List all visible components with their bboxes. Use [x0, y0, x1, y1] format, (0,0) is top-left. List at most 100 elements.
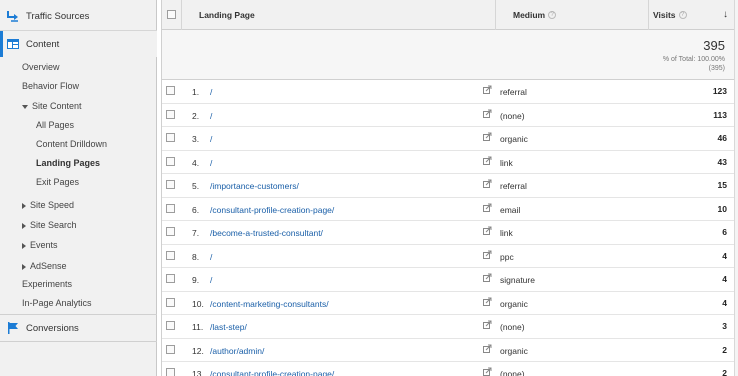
table-row: 3. / organic 46	[162, 127, 738, 151]
medium-value: (none)	[500, 322, 525, 332]
visits-value: 4	[722, 274, 727, 284]
sidebar-item-events[interactable]: Events	[22, 240, 58, 250]
external-link-icon[interactable]	[483, 250, 492, 259]
table-row: 12. /author/admin/organic 2	[162, 338, 738, 362]
visits-value: 43	[717, 156, 727, 167]
sidebar-item-exit-pages[interactable]: Exit Pages	[36, 177, 79, 187]
medium-value: organic	[500, 345, 528, 356]
row-checkbox[interactable]	[166, 133, 175, 142]
totals-row: 395 % of Total: 100.00% (395)	[162, 30, 738, 80]
row-checkbox[interactable]	[166, 227, 175, 236]
sidebar-item-content-drilldown[interactable]: Content Drilldown	[36, 139, 107, 149]
landing-page-link[interactable]: /	[210, 87, 212, 97]
select-all-checkbox[interactable]	[167, 10, 176, 19]
medium-value: link	[500, 157, 513, 168]
row-checkbox[interactable]	[166, 274, 175, 283]
external-link-icon[interactable]	[483, 156, 492, 165]
sidebar-item-experiments[interactable]: Experiments	[22, 279, 72, 289]
table-row: 5. /importance-customers/referral 15	[162, 174, 738, 198]
chevron-right-icon	[22, 263, 26, 270]
external-link-icon[interactable]	[483, 367, 492, 376]
row-checkbox[interactable]	[166, 156, 175, 166]
column-header-landing-page[interactable]: Landing Page	[199, 0, 255, 30]
sidebar-label-site-speed: Site Speed	[30, 200, 75, 210]
row-checkbox[interactable]	[166, 203, 175, 213]
row-number: 7.	[192, 228, 200, 238]
landing-page-link[interactable]: /content-marketing-consultants/	[210, 299, 329, 309]
row-checkbox[interactable]	[166, 344, 175, 354]
sidebar-item-adsense[interactable]: AdSense	[22, 261, 67, 271]
sidebar-item-site-search[interactable]: Site Search	[22, 220, 77, 230]
chevron-right-icon	[22, 222, 26, 229]
landing-page-link[interactable]: /consultant-profile-creation-page/	[210, 369, 334, 376]
external-link-icon[interactable]	[483, 85, 492, 94]
sidebar-section-content[interactable]: Content	[0, 31, 157, 57]
row-checkbox[interactable]	[166, 297, 175, 307]
column-header-medium[interactable]: Medium ?	[513, 0, 557, 30]
row-number: 6.	[192, 204, 200, 215]
sidebar-item-in-page-analytics[interactable]: In-Page Analytics	[22, 298, 92, 308]
sidebar-item-site-speed[interactable]: Site Speed	[22, 200, 74, 210]
sidebar-section-conversions[interactable]: Conversions	[0, 314, 157, 342]
table-row: 9. / signature 4	[162, 268, 738, 292]
column-label-medium: Medium	[513, 10, 546, 20]
visits-value: 4	[722, 297, 727, 308]
landing-page-link[interactable]: /become-a-trusted-consultant/	[210, 228, 323, 238]
medium-value: organic	[500, 298, 528, 309]
external-link-icon[interactable]	[483, 297, 492, 306]
external-link-icon[interactable]	[483, 320, 492, 329]
total-visits: 395	[703, 38, 725, 53]
external-link-icon[interactable]	[483, 132, 492, 141]
row-checkbox[interactable]	[166, 86, 175, 95]
landing-page-link[interactable]: /	[210, 111, 212, 121]
visits-value: 2	[722, 368, 727, 376]
row-checkbox[interactable]	[166, 180, 175, 189]
table-row: 11. /last-step/ (none) 3	[162, 315, 738, 339]
row-number: 13.	[192, 369, 204, 376]
landing-page-link[interactable]: /	[210, 134, 212, 144]
sidebar-label-content: Content	[26, 38, 60, 50]
sidebar-section-traffic-sources[interactable]: Traffic Sources	[0, 3, 157, 29]
row-number: 11.	[192, 322, 204, 332]
external-link-icon[interactable]	[483, 109, 492, 118]
column-header-visits[interactable]: Visits ?	[653, 0, 687, 30]
scrollbar[interactable]	[734, 0, 738, 376]
help-icon[interactable]: ?	[548, 11, 557, 19]
help-icon[interactable]: ?	[678, 11, 687, 19]
row-number: 12.	[192, 345, 204, 356]
column-label-visits: Visits	[653, 10, 676, 20]
row-checkbox[interactable]	[166, 109, 175, 119]
sidebar-item-behavior-flow[interactable]: Behavior Flow	[22, 81, 79, 91]
row-number: 3.	[192, 134, 200, 144]
table-row: 6. /consultant-profile-creation-page/emai…	[162, 197, 738, 221]
external-link-icon[interactable]	[483, 179, 492, 188]
medium-value: (none)	[500, 110, 525, 121]
landing-page-link[interactable]: /	[210, 275, 212, 285]
row-checkbox[interactable]	[166, 250, 175, 260]
sort-descending-icon[interactable]: ↓	[723, 9, 728, 20]
landing-page-link[interactable]: /importance-customers/	[210, 181, 299, 191]
landing-page-link[interactable]: /consultant-profile-creation-page/	[210, 205, 334, 215]
external-link-icon[interactable]	[483, 273, 492, 282]
sidebar-item-all-pages[interactable]: All Pages	[36, 120, 74, 130]
sidebar-label-site-content: Site Content	[32, 101, 82, 111]
visits-value: 3	[722, 321, 727, 331]
landing-page-link[interactable]: /	[210, 158, 212, 168]
landing-page-link[interactable]: /last-step/	[210, 322, 247, 332]
table-row: 10. /content-marketing-consultants/organi…	[162, 291, 738, 315]
external-link-icon[interactable]	[483, 203, 492, 212]
row-checkbox[interactable]	[166, 368, 175, 376]
sidebar-item-landing-pages[interactable]: Landing Pages	[36, 158, 100, 168]
visits-value: 6	[722, 227, 727, 237]
sidebar-item-site-content[interactable]: Site Content	[22, 101, 82, 111]
medium-value: ppc	[500, 251, 514, 262]
sidebar-label-conversions: Conversions	[26, 322, 79, 334]
sidebar-item-overview[interactable]: Overview	[22, 62, 60, 72]
row-checkbox[interactable]	[166, 321, 175, 330]
sidebar-label-events: Events	[30, 240, 58, 250]
external-link-icon[interactable]	[483, 226, 492, 235]
visits-value: 113	[713, 109, 727, 120]
external-link-icon[interactable]	[483, 344, 492, 353]
landing-page-link[interactable]: /	[210, 252, 212, 262]
landing-page-link[interactable]: /author/admin/	[210, 346, 264, 356]
